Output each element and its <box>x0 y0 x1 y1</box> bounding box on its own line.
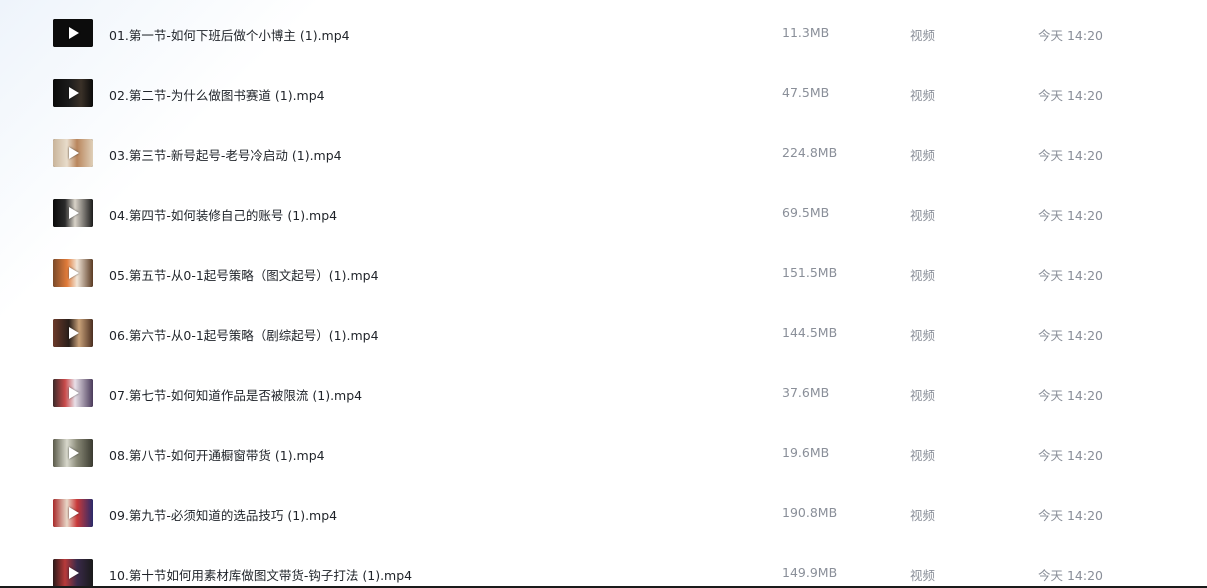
file-type: 视频 <box>910 328 936 343</box>
video-thumbnail[interactable] <box>53 79 93 107</box>
file-time: 今天 14:20 <box>1038 568 1103 583</box>
file-size: 190.8MB <box>782 505 838 520</box>
file-name[interactable]: 01.第一节-如何下班后做个小博主 (1).mp4 <box>109 25 350 44</box>
file-type: 视频 <box>910 388 936 403</box>
file-size: 69.5MB <box>782 205 830 220</box>
file-type: 视频 <box>910 268 936 283</box>
file-row[interactable]: 10.第十节如何用素材库做图文带货-钩子打法 (1).mp4 149.9MB 视… <box>0 544 1207 588</box>
video-thumbnail[interactable] <box>53 319 93 347</box>
file-size: 47.5MB <box>782 85 830 100</box>
file-size: 224.8MB <box>782 145 838 160</box>
file-time: 今天 14:20 <box>1038 208 1103 223</box>
file-type: 视频 <box>910 148 936 163</box>
play-icon <box>69 267 79 279</box>
file-row[interactable]: 06.第六节-从0-1起号策略（剧综起号）(1).mp4 144.5MB 视频 … <box>0 304 1207 364</box>
file-time: 今天 14:20 <box>1038 448 1103 463</box>
file-time: 今天 14:20 <box>1038 148 1103 163</box>
file-row[interactable]: 05.第五节-从0-1起号策略（图文起号）(1).mp4 151.5MB 视频 … <box>0 244 1207 304</box>
file-row[interactable]: 02.第二节-为什么做图书赛道 (1).mp4 47.5MB 视频 今天 14:… <box>0 64 1207 124</box>
file-name[interactable]: 02.第二节-为什么做图书赛道 (1).mp4 <box>109 85 325 104</box>
file-type: 视频 <box>910 88 936 103</box>
file-row[interactable]: 08.第八节-如何开通橱窗带货 (1).mp4 19.6MB 视频 今天 14:… <box>0 424 1207 484</box>
file-time: 今天 14:20 <box>1038 88 1103 103</box>
file-type: 视频 <box>910 568 936 583</box>
video-thumbnail[interactable] <box>53 139 93 167</box>
file-name[interactable]: 03.第三节-新号起号-老号冷启动 (1).mp4 <box>109 145 342 164</box>
file-time: 今天 14:20 <box>1038 328 1103 343</box>
file-time: 今天 14:20 <box>1038 388 1103 403</box>
file-browser: 01.第一节-如何下班后做个小博主 (1).mp4 11.3MB 视频 今天 1… <box>0 0 1207 588</box>
play-icon <box>69 27 79 39</box>
file-size: 11.3MB <box>782 25 830 40</box>
file-time: 今天 14:20 <box>1038 508 1103 523</box>
video-thumbnail[interactable] <box>53 259 93 287</box>
file-name[interactable]: 08.第八节-如何开通橱窗带货 (1).mp4 <box>109 445 325 464</box>
file-list: 01.第一节-如何下班后做个小博主 (1).mp4 11.3MB 视频 今天 1… <box>0 4 1207 588</box>
file-row[interactable]: 01.第一节-如何下班后做个小博主 (1).mp4 11.3MB 视频 今天 1… <box>0 4 1207 64</box>
file-size: 37.6MB <box>782 385 830 400</box>
video-thumbnail[interactable] <box>53 559 93 587</box>
file-time: 今天 14:20 <box>1038 268 1103 283</box>
video-thumbnail[interactable] <box>53 199 93 227</box>
play-icon <box>69 147 79 159</box>
file-name[interactable]: 10.第十节如何用素材库做图文带货-钩子打法 (1).mp4 <box>109 565 412 584</box>
file-time: 今天 14:20 <box>1038 28 1103 43</box>
play-icon <box>69 507 79 519</box>
file-name[interactable]: 05.第五节-从0-1起号策略（图文起号）(1).mp4 <box>109 265 379 284</box>
video-thumbnail[interactable] <box>53 499 93 527</box>
play-icon <box>69 87 79 99</box>
file-row[interactable]: 09.第九节-必须知道的选品技巧 (1).mp4 190.8MB 视频 今天 1… <box>0 484 1207 544</box>
file-name[interactable]: 06.第六节-从0-1起号策略（剧综起号）(1).mp4 <box>109 325 379 344</box>
video-thumbnail[interactable] <box>53 19 93 47</box>
play-icon <box>69 387 79 399</box>
file-type: 视频 <box>910 28 936 43</box>
file-type: 视频 <box>910 508 936 523</box>
video-thumbnail[interactable] <box>53 379 93 407</box>
file-type: 视频 <box>910 208 936 223</box>
file-name[interactable]: 07.第七节-如何知道作品是否被限流 (1).mp4 <box>109 385 362 404</box>
file-row[interactable]: 07.第七节-如何知道作品是否被限流 (1).mp4 37.6MB 视频 今天 … <box>0 364 1207 424</box>
file-size: 144.5MB <box>782 325 838 340</box>
file-type: 视频 <box>910 448 936 463</box>
file-size: 19.6MB <box>782 445 830 460</box>
video-thumbnail[interactable] <box>53 439 93 467</box>
file-row[interactable]: 03.第三节-新号起号-老号冷启动 (1).mp4 224.8MB 视频 今天 … <box>0 124 1207 184</box>
play-icon <box>69 207 79 219</box>
play-icon <box>69 327 79 339</box>
file-size: 149.9MB <box>782 565 838 580</box>
play-icon <box>69 447 79 459</box>
file-row[interactable]: 04.第四节-如何装修自己的账号 (1).mp4 69.5MB 视频 今天 14… <box>0 184 1207 244</box>
file-size: 151.5MB <box>782 265 838 280</box>
file-name[interactable]: 04.第四节-如何装修自己的账号 (1).mp4 <box>109 205 337 224</box>
file-name[interactable]: 09.第九节-必须知道的选品技巧 (1).mp4 <box>109 505 337 524</box>
play-icon <box>69 567 79 579</box>
